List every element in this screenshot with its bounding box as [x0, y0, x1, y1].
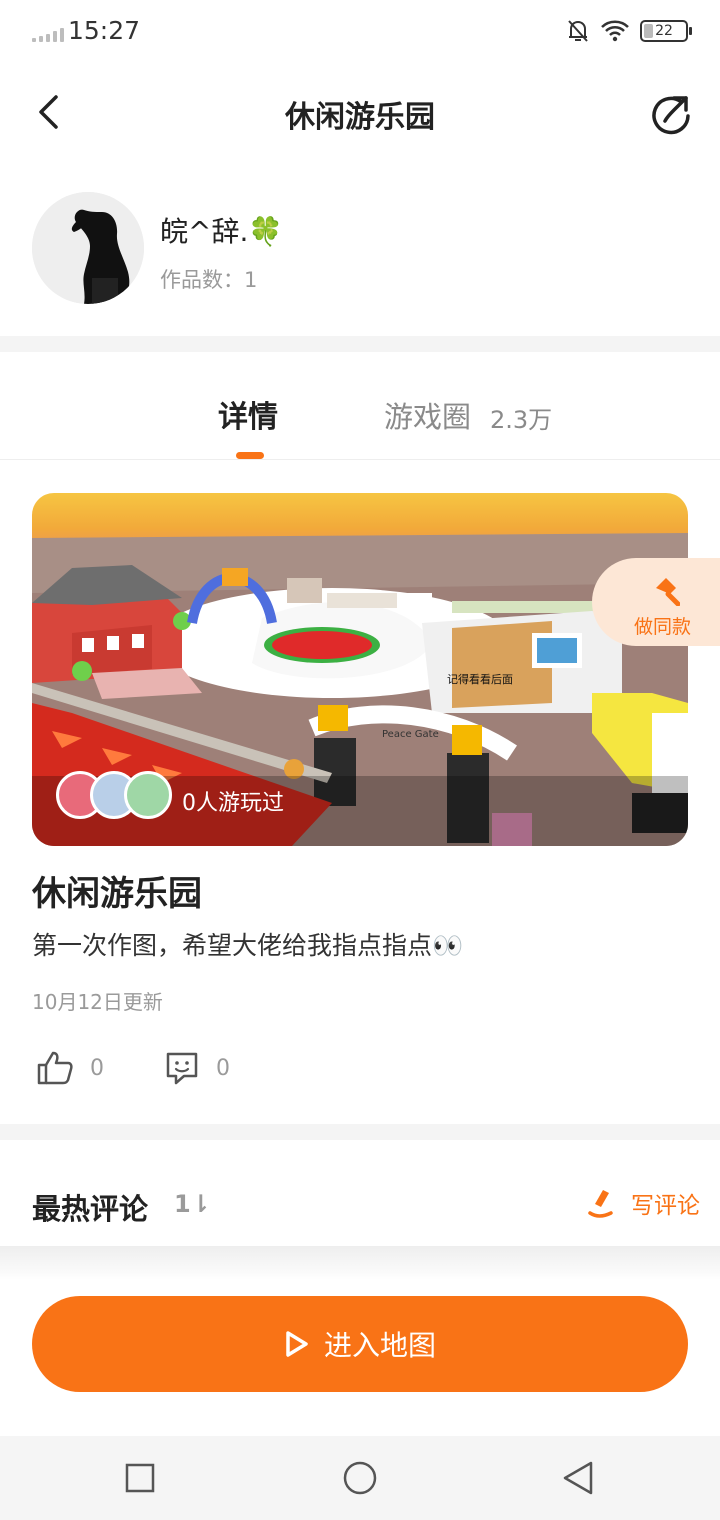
game-title: 休闲游乐园 [32, 874, 202, 914]
cover-image[interactable]: 记得看看后面 Peace Gate 0人游玩过 [32, 493, 688, 846]
header: 休闲游乐园 [0, 68, 720, 160]
circle-icon [343, 1461, 377, 1495]
silhouette-avatar-image [32, 192, 144, 304]
section-divider [0, 336, 720, 352]
like-count: 0 [90, 1055, 104, 1081]
share-icon [652, 96, 690, 135]
comment-button[interactable]: 0 [164, 1050, 230, 1086]
section-divider [0, 1124, 720, 1140]
page-title: 休闲游乐园 [285, 100, 435, 135]
player-avatar [124, 771, 172, 819]
square-icon [125, 1463, 155, 1493]
back-nav-button[interactable] [556, 1456, 600, 1500]
thumbs-up-icon [37, 1051, 73, 1085]
played-count: 0人游玩过 [182, 791, 284, 816]
enter-map-button[interactable]: 进入地图 [32, 1296, 688, 1392]
like-button[interactable]: 0 [36, 1050, 104, 1086]
make-same-label: 做同款 [634, 616, 692, 638]
author-avatar[interactable] [32, 192, 144, 304]
recents-button[interactable] [118, 1456, 162, 1500]
update-date: 10月12日更新 [32, 990, 163, 1014]
tab-detail[interactable]: 详情 [218, 392, 278, 436]
triangle-back-icon [563, 1461, 593, 1495]
game-description: 第一次作图，希望大佬给我指点指点👀 [32, 931, 464, 960]
hot-comments-title: 最热评论 [32, 1192, 149, 1226]
status-time: 15:27 [68, 16, 141, 45]
wifi-icon [601, 20, 629, 42]
comment-count: 0 [216, 1055, 230, 1081]
hammer-icon [656, 578, 680, 606]
share-button[interactable] [650, 92, 694, 136]
tab-bar: 详情 游戏圈 2.3万 [0, 352, 720, 460]
signal-icon [32, 28, 64, 42]
gate-sign-text: Peace Gate [382, 729, 439, 740]
status-icons: 22 [566, 18, 692, 44]
works-count: 作品数：1 [160, 268, 258, 292]
sort-toggle[interactable]: 1⇂ [174, 1190, 211, 1218]
status-bar: 15:27 22 [0, 0, 720, 68]
player-avatars [56, 771, 172, 819]
enter-map-label: 进入地图 [323, 1329, 436, 1362]
active-tab-indicator [236, 452, 264, 459]
author-name[interactable]: 皖^辞.🍀 [160, 210, 283, 250]
play-icon [286, 1331, 308, 1357]
author-card[interactable]: 皖^辞.🍀 作品数：1 [0, 180, 720, 330]
comment-icon [166, 1052, 198, 1085]
make-same-button[interactable]: 做同款 [592, 558, 720, 646]
write-comment-button[interactable]: 写评论 [587, 1186, 700, 1220]
home-button[interactable] [338, 1456, 382, 1500]
tab-game-circle[interactable]: 游戏圈 [384, 394, 471, 436]
pen-icon [588, 1190, 613, 1218]
write-comment-label: 写评论 [631, 1193, 700, 1219]
system-nav-bar [0, 1436, 720, 1520]
battery-icon: 22 [640, 20, 692, 42]
mute-bell-icon [568, 20, 588, 42]
game-circle-count[interactable]: 2.3万 [490, 400, 552, 435]
battery-level: 22 [655, 23, 673, 39]
booth-sign-text: 记得看看后面 [447, 672, 513, 686]
